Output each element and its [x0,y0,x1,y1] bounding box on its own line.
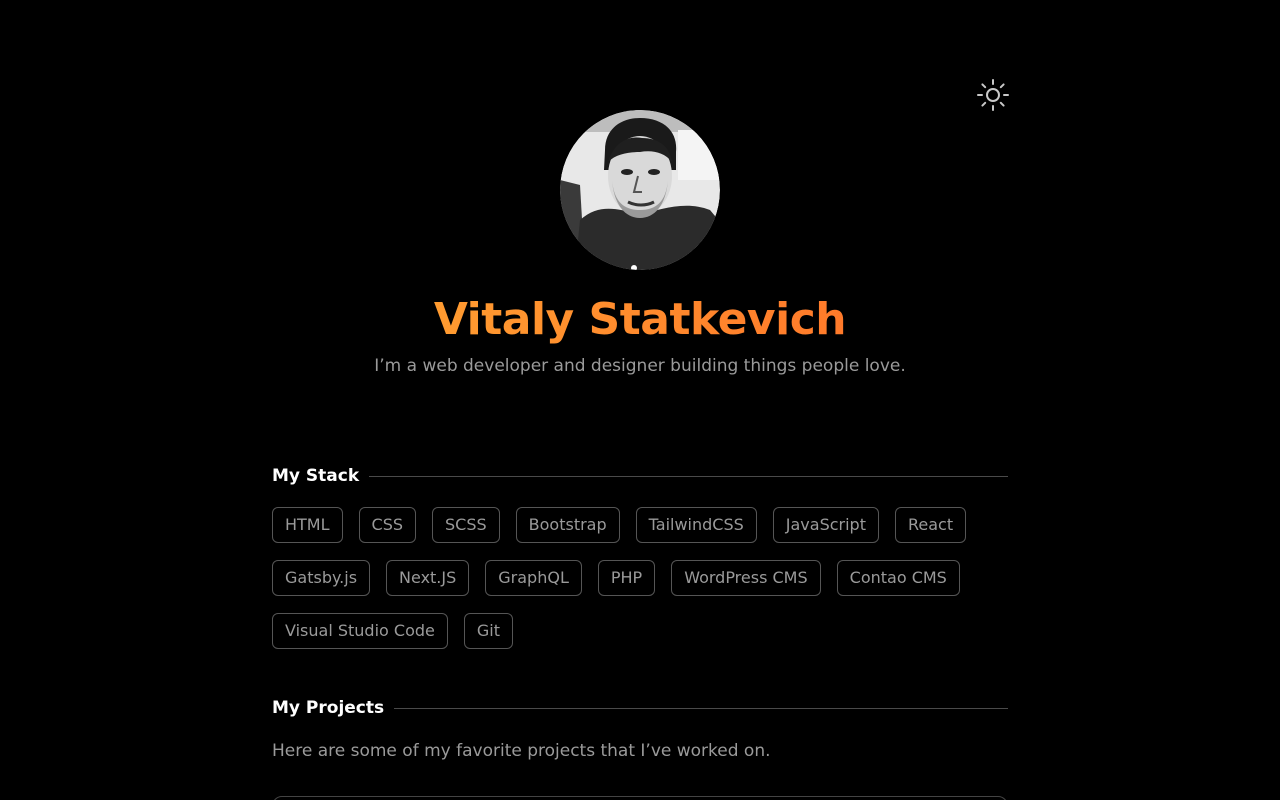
projects-section: My Projects Here are some of my favorite… [272,696,1008,763]
stack-header: My Stack [272,464,1008,488]
stack-chip-list: HTML CSS SCSS Bootstrap TailwindCSS Java… [272,507,1012,649]
project-card[interactable] [272,796,1008,800]
stack-chip: Gatsby.js [272,560,371,596]
section-divider [369,475,1008,477]
stack-title: My Stack [272,466,360,486]
stack-section: My Stack HTML CSS SCSS Bootstrap Tailwin… [272,464,1008,649]
stack-chip: React [894,507,967,543]
projects-description: Here are some of my favorite projects th… [272,741,771,761]
stack-chip: Contao CMS [836,560,960,596]
stack-chip: Next.JS [386,560,470,596]
sun-icon [977,79,1009,111]
portfolio-page: Vitaly Statkevich I’m a web developer an… [0,0,1280,800]
hero: Vitaly Statkevich I’m a web developer an… [0,110,1280,378]
stack-chip: HTML [272,507,343,543]
projects-title: My Projects [272,698,385,718]
theme-toggle-button[interactable] [976,78,1010,112]
tagline: I’m a web developer and designer buildin… [374,356,906,376]
stack-chip: Bootstrap [515,507,620,543]
stack-chip: GraphQL [485,560,582,596]
stack-chip: PHP [597,560,656,596]
stack-chip: Git [463,613,513,649]
stack-chip: SCSS [432,507,500,543]
section-divider [394,707,1008,709]
avatar [560,110,720,270]
stack-chip: CSS [358,507,417,543]
projects-header: My Projects [272,696,1008,720]
stack-chip: TailwindCSS [635,507,757,543]
stack-chip: WordPress CMS [671,560,821,596]
page-title: Vitaly Statkevich [433,294,847,345]
stack-chip: JavaScript [772,507,879,543]
stack-chip: Visual Studio Code [272,613,448,649]
